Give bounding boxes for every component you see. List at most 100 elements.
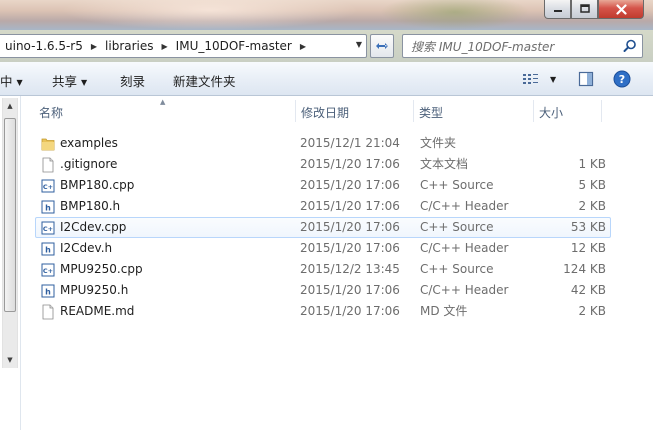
breadcrumb-separator-icon[interactable]: ▶ xyxy=(91,42,97,51)
column-divider[interactable] xyxy=(601,100,602,122)
file-type: C/C++ Header xyxy=(420,199,509,213)
minimize-button[interactable] xyxy=(544,0,571,19)
navigation-pane: ▲ ▼ xyxy=(0,96,20,430)
view-options-button[interactable]: ▼ xyxy=(522,68,556,90)
preview-pane-icon xyxy=(578,71,594,87)
search-box[interactable]: 搜索 IMU_10DOF-master xyxy=(402,34,643,58)
title-bar-glow xyxy=(60,0,360,30)
file-row-bmp180-h[interactable]: h BMP180.h 2015/1/20 17:06 C/C++ Header … xyxy=(35,196,611,217)
address-bar[interactable]: uino-1.6.5-r5 ▶ libraries ▶ IMU_10DOF-ma… xyxy=(0,34,367,58)
file-name: BMP180.h xyxy=(60,199,121,213)
file-name: I2Cdev.h xyxy=(60,241,113,255)
address-history-dropdown-icon[interactable]: ▼ xyxy=(356,40,362,49)
maximize-button[interactable] xyxy=(571,0,598,19)
svg-text:h: h xyxy=(45,246,51,255)
file-date: 2015/1/20 17:06 xyxy=(300,304,400,318)
breadcrumb-libraries[interactable]: libraries xyxy=(105,39,153,53)
scroll-up-arrow-icon[interactable]: ▲ xyxy=(3,98,17,114)
file-name: MPU9250.h xyxy=(60,283,129,297)
close-icon xyxy=(615,3,627,15)
toolbar-item-label: 共享 xyxy=(52,74,78,89)
file-name: README.md xyxy=(60,304,135,318)
file-row-examples[interactable]: examples 2015/12/1 21:04 文件夹 xyxy=(35,133,611,154)
file-date: 2015/12/1 21:04 xyxy=(300,136,400,150)
search-icon[interactable] xyxy=(623,39,637,53)
file-type: C/C++ Header xyxy=(420,241,509,255)
file-date: 2015/1/20 17:06 xyxy=(300,199,400,213)
file-size: 2 KB xyxy=(578,199,606,213)
file-date: 2015/1/20 17:06 xyxy=(300,220,400,234)
file-size: 53 KB xyxy=(570,220,606,234)
file-date: 2015/1/20 17:06 xyxy=(300,178,400,192)
header-file-icon: h xyxy=(41,284,55,298)
chevron-down-icon: ▼ xyxy=(16,78,23,87)
file-name: MPU9250.cpp xyxy=(60,262,143,276)
navigation-scrollbar[interactable]: ▲ ▼ xyxy=(2,98,18,368)
file-name: examples xyxy=(60,136,118,150)
file-size: 124 KB xyxy=(563,262,606,276)
close-button[interactable] xyxy=(598,0,644,19)
toolbar-share[interactable]: 共享 ▼ xyxy=(52,71,87,90)
svg-text:C+: C+ xyxy=(43,183,53,191)
column-header: ▲ 名称 修改日期 类型 大小 xyxy=(21,96,653,122)
column-header-date[interactable]: 修改日期 xyxy=(283,96,413,122)
scrollbar-thumb[interactable] xyxy=(4,118,16,312)
text-file-icon xyxy=(42,304,54,320)
svg-text:h: h xyxy=(45,204,51,213)
file-row-gitignore[interactable]: .gitignore 2015/1/20 17:06 文本文档 1 KB xyxy=(35,154,611,175)
header-file-icon: h xyxy=(41,200,55,214)
file-type: 文件夹 xyxy=(420,136,457,150)
header-file-icon: h xyxy=(41,242,55,256)
chevron-down-icon: ▼ xyxy=(81,78,88,87)
search-placeholder: 搜索 IMU_10DOF-master xyxy=(411,39,555,54)
file-name: BMP180.cpp xyxy=(60,178,135,192)
address-row: uino-1.6.5-r5 ▶ libraries ▶ IMU_10DOF-ma… xyxy=(0,30,653,62)
refresh-button[interactable] xyxy=(370,34,394,58)
svg-text:h: h xyxy=(45,288,51,297)
file-row-readme[interactable]: README.md 2015/1/20 17:06 MD 文件 2 KB xyxy=(35,301,611,322)
file-name: .gitignore xyxy=(60,157,118,171)
scroll-down-arrow-icon[interactable]: ▼ xyxy=(3,352,17,368)
file-date: 2015/1/20 17:06 xyxy=(300,283,400,297)
svg-text:C+: C+ xyxy=(43,225,53,233)
file-date: 2015/1/20 17:06 xyxy=(300,241,400,255)
cpp-file-icon: C+ xyxy=(41,221,55,235)
preview-pane-button[interactable] xyxy=(578,68,594,90)
chevron-down-icon: ▼ xyxy=(550,74,557,84)
maximize-icon xyxy=(579,4,590,13)
window-controls xyxy=(544,0,644,20)
file-row-mpu9250-h[interactable]: h MPU9250.h 2015/1/20 17:06 C/C++ Header… xyxy=(35,280,611,301)
column-header-type[interactable]: 类型 xyxy=(401,96,531,122)
content-area: ▲ ▼ ▲ 名称 修改日期 类型 大小 examples 2015/12/1 2… xyxy=(0,96,653,430)
cpp-file-icon: C+ xyxy=(41,179,55,193)
toolbar-burn[interactable]: 刻录 xyxy=(120,71,145,90)
column-header-size[interactable]: 大小 xyxy=(521,96,601,122)
file-type: C++ Source xyxy=(420,262,494,276)
file-type: C/C++ Header xyxy=(420,283,509,297)
breadcrumb-current-folder[interactable]: IMU_10DOF-master xyxy=(176,39,292,53)
breadcrumb-arduino[interactable]: uino-1.6.5-r5 xyxy=(5,39,83,53)
breadcrumb-separator-icon[interactable]: ▶ xyxy=(300,42,306,51)
file-row-i2cdev-h[interactable]: h I2Cdev.h 2015/1/20 17:06 C/C++ Header … xyxy=(35,238,611,259)
file-type: 文本文档 xyxy=(420,157,469,171)
file-size: 5 KB xyxy=(578,178,606,192)
toolbar-new-folder[interactable]: 新建文件夹 xyxy=(173,71,236,90)
column-header-name[interactable]: 名称 xyxy=(21,96,295,122)
help-button[interactable]: ? xyxy=(613,68,631,90)
refresh-icon xyxy=(376,43,388,49)
file-size: 12 KB xyxy=(570,241,606,255)
svg-text:C+: C+ xyxy=(43,267,53,275)
file-row-mpu9250-cpp[interactable]: C+ MPU9250.cpp 2015/12/2 13:45 C++ Sourc… xyxy=(35,259,611,280)
file-type: MD 文件 xyxy=(420,304,468,318)
toolbar-item-label: 刻录 xyxy=(120,74,146,89)
file-size: 42 KB xyxy=(570,283,606,297)
file-type: C++ Source xyxy=(420,178,494,192)
file-row-i2cdev-cpp[interactable]: C+ I2Cdev.cpp 2015/1/20 17:06 C++ Source… xyxy=(35,217,611,238)
breadcrumb-separator-icon[interactable]: ▶ xyxy=(162,42,168,51)
toolbar-include-in-library[interactable]: 中 ▼ xyxy=(0,71,23,90)
file-row-bmp180-cpp[interactable]: C+ BMP180.cpp 2015/1/20 17:06 C++ Source… xyxy=(35,175,611,196)
toolbar-item-label: 新建文件夹 xyxy=(173,74,236,89)
command-bar: 中 ▼ 共享 ▼ 刻录 新建文件夹 ▼ ? xyxy=(0,62,653,96)
file-name: I2Cdev.cpp xyxy=(60,220,127,234)
help-icon: ? xyxy=(613,70,631,88)
